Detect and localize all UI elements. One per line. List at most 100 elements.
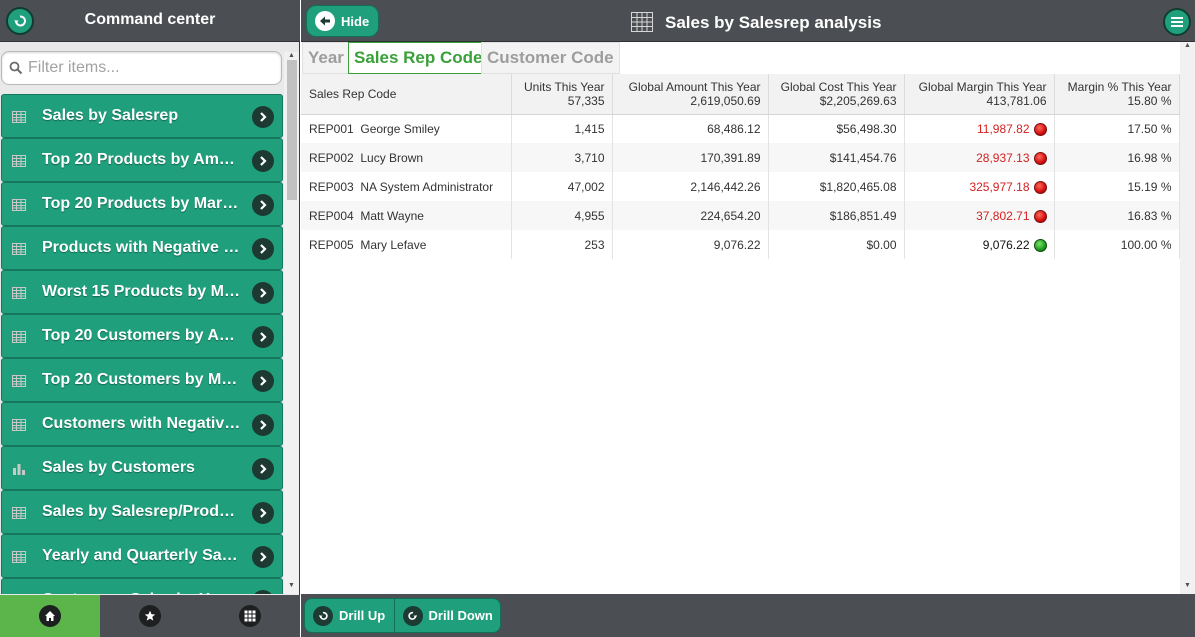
- table-icon: [12, 331, 26, 343]
- sidebar-item-label: Sales by Salesrep: [42, 107, 179, 124]
- table-row[interactable]: REP001 George Smiley 1,415 68,486.12 $56…: [301, 114, 1180, 143]
- cost-cell: $186,851.49: [768, 201, 905, 230]
- sidebar-item-list: Sales by Salesrep Top 20 Products by Amo…: [0, 94, 283, 594]
- sidebar-item-customers-sales-by-year[interactable]: Customers Sales by Year: [1, 578, 283, 594]
- table-row[interactable]: REP002 Lucy Brown 3,710 170,391.89 $141,…: [301, 143, 1180, 172]
- column-header-margin-pct-this-year[interactable]: Margin % This Year 15.80 %: [1054, 74, 1180, 115]
- table-icon: [12, 287, 26, 299]
- chevron-right-icon[interactable]: [252, 238, 274, 260]
- drill-down-button[interactable]: Drill Down: [395, 599, 500, 632]
- sidebar-item-label: Customers with Negative Margin: [42, 415, 242, 432]
- table-icon: [12, 111, 26, 123]
- sidebar-item-label: Products with Negative Margin: [42, 239, 242, 256]
- units-cell: 4,955: [511, 201, 613, 230]
- scroll-up-arrow-icon[interactable]: ▲: [1184, 42, 1191, 49]
- chevron-right-icon[interactable]: [252, 150, 274, 172]
- margin-cell: 37,802.71: [904, 201, 1055, 230]
- scroll-up-arrow-icon[interactable]: ▲: [288, 52, 295, 59]
- scrollbar-thumb[interactable]: [287, 60, 297, 200]
- hide-button[interactable]: Hide: [306, 5, 379, 37]
- back-icon: [14, 15, 26, 27]
- column-header-global-margin-this-year[interactable]: Global Margin This Year 413,781.06: [904, 74, 1055, 115]
- column-header-global-amount-this-year[interactable]: Global Amount This Year 2,619,050.69: [612, 74, 769, 115]
- drill-button-group: Drill Up Drill Down: [304, 598, 501, 633]
- table-row[interactable]: REP005 Mary Lefave 253 9,076.22 $0.00 9,…: [301, 230, 1180, 259]
- rep-name: Matt Wayne: [360, 208, 424, 223]
- margin-cell: 11,987.82: [904, 114, 1055, 143]
- cost-cell: $141,454.76: [768, 143, 905, 172]
- back-button[interactable]: [6, 7, 34, 35]
- tab-sales-rep-code[interactable]: Sales Rep Code: [348, 42, 489, 74]
- sidebar-item-products-with-negative-margin[interactable]: Products with Negative Margin: [1, 226, 283, 270]
- hide-label: Hide: [341, 13, 370, 29]
- chevron-right-icon[interactable]: [252, 458, 274, 480]
- sidebar-item-sales-by-customers[interactable]: Sales by Customers: [1, 446, 283, 490]
- sidebar-item-top-20-customers-by-margin[interactable]: Top 20 Customers by Margin: [1, 358, 283, 402]
- amount-cell: 170,391.89: [612, 143, 769, 172]
- sidebar-item-label: Top 20 Customers by Margin: [42, 371, 242, 388]
- margin-cell: 28,937.13: [904, 143, 1055, 172]
- chevron-right-icon[interactable]: [252, 370, 274, 392]
- chevron-right-icon[interactable]: [252, 546, 274, 568]
- menu-button[interactable]: [1163, 8, 1191, 36]
- rep-name: Lucy Brown: [360, 150, 424, 165]
- table-header-row: Sales Rep Code Units This Year 57,335 Glo…: [301, 74, 1180, 115]
- sidebar-item-top-20-products-by-margin[interactable]: Top 20 Products by Margin: [1, 182, 283, 226]
- rep-code: REP001: [309, 121, 354, 136]
- column-header-units-this-year[interactable]: Units This Year 57,335: [511, 74, 613, 115]
- sidebar-scrollbar[interactable]: ▲ ▼: [284, 52, 299, 594]
- column-header-sales-rep-code[interactable]: Sales Rep Code: [301, 74, 512, 115]
- units-cell: 1,415: [511, 114, 613, 143]
- arrow-left-icon: [320, 16, 330, 26]
- star-icon: [144, 610, 156, 621]
- rep-code: REP004: [309, 208, 354, 223]
- rep-name: George Smiley: [360, 121, 440, 136]
- tab-favorites[interactable]: [100, 595, 200, 637]
- chevron-right-icon[interactable]: [252, 326, 274, 348]
- sidebar-item-top-20-customers-by-amount[interactable]: Top 20 Customers by Amount: [1, 314, 283, 358]
- grid-apps-icon: [244, 610, 256, 622]
- home-icon: [45, 611, 55, 621]
- rep-code: REP002: [309, 150, 354, 165]
- units-cell: 3,710: [511, 143, 613, 172]
- rotate-right-icon: [407, 611, 417, 620]
- tab-apps[interactable]: [200, 595, 300, 637]
- tab-customer-code[interactable]: Customer Code: [481, 42, 620, 74]
- analysis-header: Hide Sales by Salesrep analysis: [301, 0, 1195, 42]
- sidebar-item-label: Top 20 Products by Amount: [42, 151, 242, 168]
- table-icon: [12, 199, 26, 211]
- filter-items-input[interactable]: [28, 56, 278, 80]
- drill-up-button[interactable]: Drill Up: [305, 599, 394, 632]
- chevron-right-icon[interactable]: [252, 194, 274, 216]
- sidebar-item-sales-by-salesrep[interactable]: Sales by Salesrep: [1, 94, 283, 138]
- units-cell: 47,002: [511, 172, 613, 201]
- status-red-icon: [1033, 151, 1047, 165]
- sidebar-item-label: Yearly and Quarterly Sales: [42, 547, 242, 564]
- sidebar-item-worst-15-products-by-margin[interactable]: Worst 15 Products by Margin: [1, 270, 283, 314]
- chevron-right-icon[interactable]: [252, 502, 274, 524]
- units-cell: 253: [511, 230, 613, 259]
- chevron-right-icon[interactable]: [252, 106, 274, 128]
- chevron-right-icon[interactable]: [252, 590, 274, 594]
- main-scrollbar[interactable]: ▲ ▼: [1180, 42, 1195, 594]
- rep-code: REP005: [309, 237, 354, 252]
- cost-cell: $56,498.30: [768, 114, 905, 143]
- sidebar-title: Command center: [84, 11, 216, 28]
- column-header-global-cost-this-year[interactable]: Global Cost This Year $2,205,269.63: [768, 74, 905, 115]
- sidebar-item-top-20-products-by-amount[interactable]: Top 20 Products by Amount: [1, 138, 283, 182]
- scroll-down-arrow-icon[interactable]: ▼: [1184, 582, 1191, 589]
- sidebar-item-sales-by-salesrep-product[interactable]: Sales by Salesrep/Product: [1, 490, 283, 534]
- sidebar-item-label: Sales by Salesrep/Product: [42, 503, 242, 520]
- table-row[interactable]: REP004 Matt Wayne 4,955 224,654.20 $186,…: [301, 201, 1180, 230]
- sidebar-item-yearly-and-quarterly-sales[interactable]: Yearly and Quarterly Sales: [1, 534, 283, 578]
- table-row[interactable]: REP003 NA System Administrator 47,002 2,…: [301, 172, 1180, 201]
- tab-home[interactable]: [0, 595, 100, 637]
- chevron-right-icon[interactable]: [252, 282, 274, 304]
- margin-pct-cell: 16.83 %: [1054, 201, 1180, 230]
- chevron-right-icon[interactable]: [252, 414, 274, 436]
- status-red-icon: [1033, 209, 1047, 223]
- table-icon: [12, 419, 26, 431]
- scroll-down-arrow-icon[interactable]: ▼: [288, 582, 295, 589]
- sidebar-item-customers-with-negative-margin[interactable]: Customers with Negative Margin: [1, 402, 283, 446]
- tab-year[interactable]: Year: [302, 42, 350, 74]
